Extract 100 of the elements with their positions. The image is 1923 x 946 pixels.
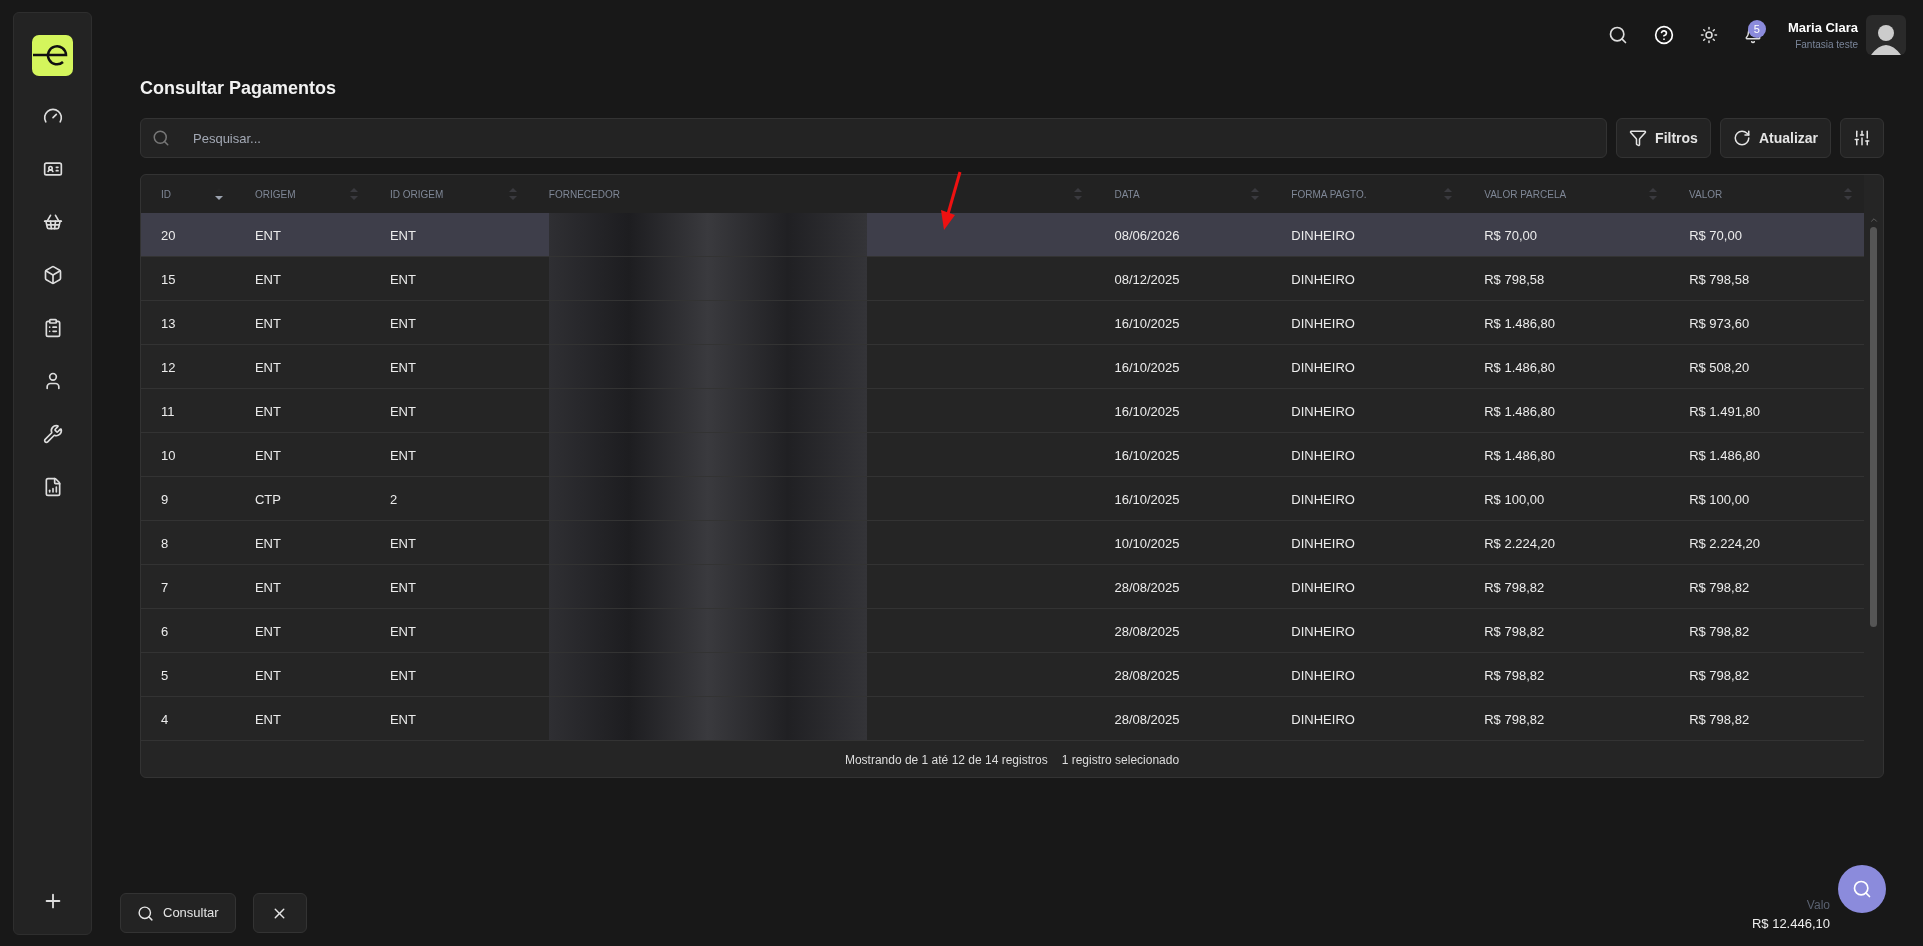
- avatar[interactable]: [1866, 15, 1906, 55]
- table-cell: DINHEIRO: [1291, 491, 1355, 507]
- table-cell: DINHEIRO: [1291, 711, 1355, 727]
- total-value: R$ 12.446,10: [1751, 914, 1830, 933]
- table-cell: 15: [161, 271, 176, 287]
- table-row[interactable]: 15 ENT ENT 08/12/2025 DINHEIRO R$ 798,58 R$ 798,58: [141, 257, 1864, 301]
- table-cell: 13: [161, 315, 176, 331]
- table-row[interactable]: 6 ENT ENT 28/08/2025 DINHEIRO R$ 798,82 R$ 798,82: [141, 609, 1864, 653]
- table-cell: ENT: [254, 579, 281, 595]
- table-cell: R$ 973,60: [1689, 315, 1750, 331]
- table-cell: R$ 1.486,80: [1484, 315, 1556, 331]
- table-cell: ENT: [389, 667, 416, 683]
- table-row[interactable]: 8 ENT ENT 10/10/2025 DINHEIRO R$ 2.224,20 R$ 2.224,20: [141, 521, 1864, 565]
- table-cell: DINHEIRO: [1291, 227, 1355, 243]
- search-field[interactable]: Pesquisar...: [140, 118, 1608, 158]
- sliders-icon: [1853, 129, 1871, 147]
- table-cell: R$ 798,82: [1689, 667, 1750, 683]
- table-cell: DINHEIRO: [1291, 447, 1355, 463]
- table-cell: ENT: [389, 271, 416, 287]
- scrollbar-thumb[interactable]: [1870, 227, 1877, 627]
- gauge-icon[interactable]: [42, 106, 63, 126]
- table-cell: ENT: [389, 711, 416, 727]
- table-cell: DINHEIRO: [1291, 403, 1355, 419]
- table-cell: R$ 798,82: [1689, 711, 1750, 727]
- column-header: VALOR: [1689, 187, 1723, 202]
- table-cell: 28/08/2025: [1114, 623, 1180, 639]
- theme-icon[interactable]: [1699, 26, 1718, 44]
- table-cell: 08/12/2025: [1114, 271, 1180, 287]
- refresh-button[interactable]: Atualizar: [1719, 118, 1831, 158]
- table-cell: ENT: [254, 623, 281, 639]
- page-title: Consultar Pagamentos: [140, 77, 338, 100]
- table-row[interactable]: 9 CTP 2 16/10/2025 DINHEIRO R$ 100,00 R$ 100,00: [141, 477, 1864, 521]
- logo-icon[interactable]: [32, 35, 73, 76]
- table-cell: ENT: [254, 447, 281, 463]
- selection-info: 1 registro selecionado: [1061, 752, 1180, 769]
- table-cell: DINHEIRO: [1291, 271, 1355, 287]
- table-cell: R$ 798,58: [1484, 271, 1545, 287]
- table-cell: R$ 508,20: [1689, 359, 1750, 375]
- column-settings-button[interactable]: [1840, 118, 1884, 158]
- refresh-icon: [1732, 129, 1751, 147]
- table-cell: 20: [161, 227, 176, 243]
- table-cell: 10/10/2025: [1114, 535, 1180, 551]
- wrench-icon[interactable]: [42, 424, 63, 444]
- table-row[interactable]: 13 ENT ENT 16/10/2025 DINHEIRO R$ 1.486,80 R$ 973,60: [141, 301, 1864, 345]
- table-row[interactable]: 4 ENT ENT 28/08/2025 DINHEIRO R$ 798,82 R$ 798,82: [141, 697, 1864, 741]
- table-cell: ENT: [389, 359, 416, 375]
- arrow-annotation: [938, 170, 964, 232]
- table-cell: 16/10/2025: [1114, 359, 1180, 375]
- search-icon: [137, 904, 154, 922]
- table-cell: R$ 798,82: [1484, 667, 1545, 683]
- id-card-icon[interactable]: [42, 159, 63, 179]
- basket-icon[interactable]: [42, 212, 63, 232]
- table-cell: 16/10/2025: [1114, 403, 1180, 419]
- table-cell: 28/08/2025: [1114, 711, 1180, 727]
- table-cell: DINHEIRO: [1291, 315, 1355, 331]
- search-icon: [1852, 879, 1872, 899]
- table-cell: ENT: [254, 403, 281, 419]
- table-cell: 4: [161, 711, 169, 727]
- table-cell: 8: [161, 535, 169, 551]
- table-cell: ENT: [389, 315, 416, 331]
- table-cell: DINHEIRO: [1291, 535, 1355, 551]
- table-cell: R$ 1.486,80: [1689, 447, 1760, 463]
- table-cell: 9: [161, 491, 169, 507]
- pagination-info: Mostrando de 1 até 12 de 14 registros: [844, 752, 1048, 769]
- column-header: VALOR PARCELA: [1484, 187, 1567, 202]
- table-row[interactable]: 11 ENT ENT 16/10/2025 DINHEIRO R$ 1.486,80 R$ 1.491,80: [141, 389, 1864, 433]
- consult-button[interactable]: Consultar: [120, 893, 236, 933]
- table-cell: ENT: [389, 447, 416, 463]
- table-cell: ENT: [254, 535, 281, 551]
- help-icon[interactable]: [1653, 25, 1674, 45]
- table-cell: R$ 798,82: [1484, 711, 1545, 727]
- table-cell: DINHEIRO: [1291, 579, 1355, 595]
- user-name: Maria Clara: [1787, 18, 1858, 37]
- table-cell: 08/06/2026: [1114, 227, 1180, 243]
- table-cell: R$ 2.224,20: [1484, 535, 1556, 551]
- table-cell: ENT: [254, 667, 281, 683]
- table-cell: R$ 2.224,20: [1689, 535, 1760, 551]
- table-row[interactable]: 5 ENT ENT 28/08/2025 DINHEIRO R$ 798,82 R$ 798,82: [141, 653, 1864, 697]
- table-row[interactable]: 12 ENT ENT 16/10/2025 DINHEIRO R$ 1.486,80 R$ 508,20: [141, 345, 1864, 389]
- box-icon[interactable]: [42, 265, 63, 285]
- table-cell: R$ 798,82: [1689, 623, 1750, 639]
- user-company: Fantasia teste: [1795, 38, 1858, 53]
- table-cell: R$ 798,82: [1484, 623, 1545, 639]
- table-cell: R$ 70,00: [1484, 227, 1537, 243]
- clear-button[interactable]: [252, 893, 307, 933]
- table-cell: ENT: [389, 579, 416, 595]
- table-cell: ENT: [389, 623, 416, 639]
- table-cell: ENT: [389, 535, 416, 551]
- filter-button[interactable]: Filtros: [1616, 118, 1711, 158]
- table-row[interactable]: 10 ENT ENT 16/10/2025 DINHEIRO R$ 1.486,80 R$ 1.486,80: [141, 433, 1864, 477]
- table-cell: 6: [161, 623, 169, 639]
- search-icon[interactable]: [1607, 25, 1628, 45]
- search-fab[interactable]: [1838, 865, 1886, 913]
- table-cell: 2: [389, 491, 398, 507]
- table-cell: R$ 1.491,80: [1689, 403, 1760, 419]
- table-cell: ENT: [254, 359, 281, 375]
- table-cell: R$ 798,82: [1484, 579, 1545, 595]
- table-row[interactable]: 20 ENT ENT 08/06/2026 DINHEIRO R$ 70,00 R$ 70,00: [141, 213, 1864, 257]
- table-cell: R$ 798,58: [1689, 271, 1750, 287]
- table-row[interactable]: 7 ENT ENT 28/08/2025 DINHEIRO R$ 798,82 R$ 798,82: [141, 565, 1864, 609]
